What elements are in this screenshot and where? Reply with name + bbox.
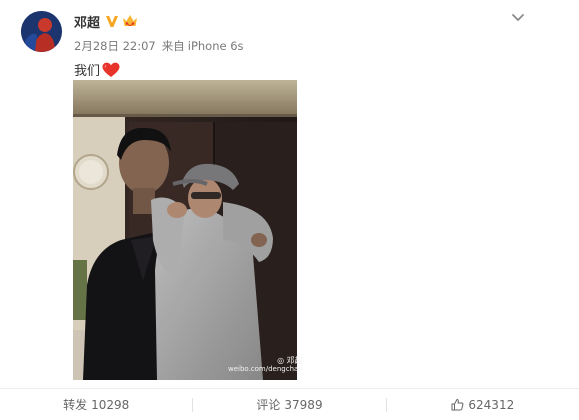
post-meta: 2月28日 22:07 来自 iPhone 6s: [74, 38, 250, 54]
photo-watermark: ◎ 邓超 weibo.com/dengchao: [228, 356, 303, 374]
repost-button[interactable]: 转发 10298: [0, 396, 192, 413]
heart-icon: [102, 62, 120, 78]
comment-button[interactable]: 评论 37989: [193, 396, 385, 413]
avatar[interactable]: [21, 11, 62, 52]
source-prefix: 来自: [161, 39, 185, 53]
verified-icon: [105, 14, 119, 28]
repost-count: 10298: [91, 397, 130, 412]
post-text: 我们: [74, 60, 120, 79]
thumbs-up-icon: [451, 399, 464, 411]
post-date[interactable]: 2月28日 22:07: [74, 39, 156, 53]
watermark-handle: 邓超: [286, 356, 303, 365]
repost-label: 转发: [63, 398, 88, 412]
post-text-content: 我们: [74, 64, 101, 79]
action-bar: 转发 10298 评论 37989 624312: [0, 389, 579, 420]
like-button[interactable]: 624312: [387, 398, 579, 412]
source-device[interactable]: iPhone 6s: [188, 39, 244, 53]
author-name[interactable]: 邓超: [74, 12, 100, 31]
like-count: 624312: [468, 397, 515, 412]
watermark-url: weibo.com/dengchao: [228, 365, 303, 373]
post-photo[interactable]: [73, 80, 297, 380]
weibo-logo-icon: ◎: [277, 356, 285, 365]
comment-count: 37989: [284, 397, 323, 412]
comment-label: 评论: [256, 398, 281, 412]
chevron-down-icon[interactable]: [510, 10, 526, 24]
vip-crown-icon: [122, 13, 138, 28]
